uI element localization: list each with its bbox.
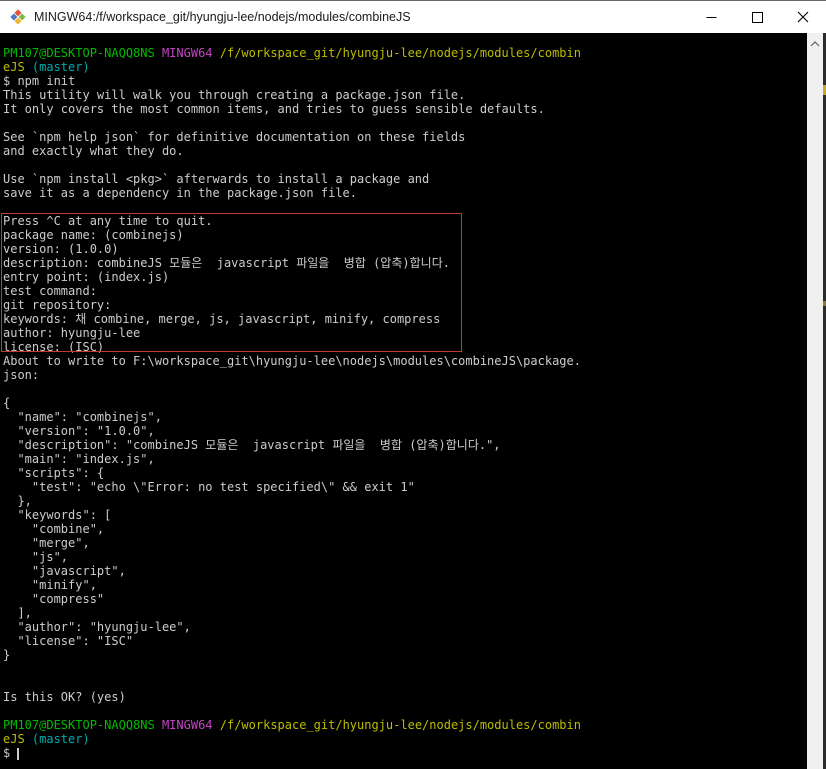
terminal-line: test command:: [3, 284, 97, 298]
terminal-line: },: [3, 494, 32, 508]
terminal-line: "license": "ISC": [3, 634, 134, 648]
terminal-line: "keywords": [: [3, 508, 112, 522]
terminal-line: entry point: (index.js): [3, 270, 170, 284]
terminal-line: "javascript",: [3, 564, 126, 578]
terminal-line: save it as a dependency in the package.j…: [3, 186, 358, 200]
terminal-line: description: combineJS 모듈은 javascript 파일…: [3, 256, 450, 270]
titlebar[interactable]: MINGW64:/f/workspace_git/hyungju-lee/nod…: [0, 1, 826, 33]
terminal-line: PM107@DESKTOP-NAQQ8NS MINGW64 /f/workspa…: [3, 46, 581, 60]
terminal-line: "test": "echo \"Error: no test specified…: [3, 480, 415, 494]
terminal-line: git repository:: [3, 298, 112, 312]
chevron-up-icon: [810, 41, 820, 47]
terminal-line: "scripts": {: [3, 466, 105, 480]
terminal-line: PM107@DESKTOP-NAQQ8NS MINGW64 /f/workspa…: [3, 718, 581, 732]
terminal-line: "main": "index.js",: [3, 452, 155, 466]
terminal-line: $: [3, 746, 20, 760]
terminal-line: "compress": [3, 592, 105, 606]
text-cursor: [17, 748, 20, 760]
maximize-icon: [751, 11, 763, 23]
terminal-line: "combine",: [3, 522, 105, 536]
terminal-line: package name: (combinejs): [3, 228, 184, 242]
terminal-line: json:: [3, 368, 40, 382]
caption-buttons: [688, 1, 826, 33]
terminal-line: "name": "combinejs",: [3, 410, 162, 424]
terminal-line: eJS (master): [3, 732, 90, 746]
terminal-line: version: (1.0.0): [3, 242, 119, 256]
minimize-icon: [706, 16, 716, 18]
terminal-line: "version": "1.0.0",: [3, 424, 155, 438]
terminal-line: Is this OK? (yes): [3, 690, 126, 704]
terminal-line: It only covers the most common items, an…: [3, 102, 545, 116]
terminal-line: {: [3, 396, 11, 410]
terminal-line: eJS (master): [3, 60, 90, 74]
git-bash-window: { "window": { "title": "MINGW64:/f/works…: [0, 0, 826, 769]
terminal-line: author: hyungju-lee: [3, 326, 141, 340]
terminal-line: Use `npm install <pkg>` afterwards to in…: [3, 172, 430, 186]
terminal-line: "minify",: [3, 578, 97, 592]
scrollbar-track[interactable]: [807, 33, 823, 769]
terminal-line: and exactly what they do.: [3, 144, 184, 158]
scroll-up-arrow[interactable]: [807, 37, 823, 51]
git-bash-icon[interactable]: [10, 9, 26, 25]
terminal-line: This utility will walk you through creat…: [3, 88, 466, 102]
terminal-line: "js",: [3, 550, 69, 564]
terminal-line: $ npm init: [3, 74, 76, 88]
terminal-screen[interactable]: PM107@DESKTOP-NAQQ8NS MINGW64 /f/workspa…: [0, 33, 807, 769]
minimize-button[interactable]: [688, 1, 734, 33]
terminal-line: keywords: 채 combine, merge, js, javascri…: [3, 312, 441, 326]
terminal-line: Press ^C at any time to quit.: [3, 214, 213, 228]
terminal-line: "merge",: [3, 536, 90, 550]
close-button[interactable]: [780, 1, 826, 33]
terminal-line: license: (ISC): [3, 340, 105, 354]
close-icon: [797, 11, 809, 23]
terminal-line: }: [3, 648, 11, 662]
maximize-button[interactable]: [734, 1, 780, 33]
terminal-line: See `npm help json` for definitive docum…: [3, 130, 466, 144]
terminal-line: "description": "combineJS 모듈은 javascript…: [3, 438, 501, 452]
terminal-output: PM107@DESKTOP-NAQQ8NS MINGW64 /f/workspa…: [0, 33, 807, 760]
terminal-line: About to write to F:\workspace_git\hyung…: [3, 354, 581, 368]
window-title: MINGW64:/f/workspace_git/hyungju-lee/nod…: [34, 10, 411, 24]
terminal-line: ],: [3, 606, 32, 620]
terminal-line: "author": "hyungju-lee",: [3, 620, 191, 634]
